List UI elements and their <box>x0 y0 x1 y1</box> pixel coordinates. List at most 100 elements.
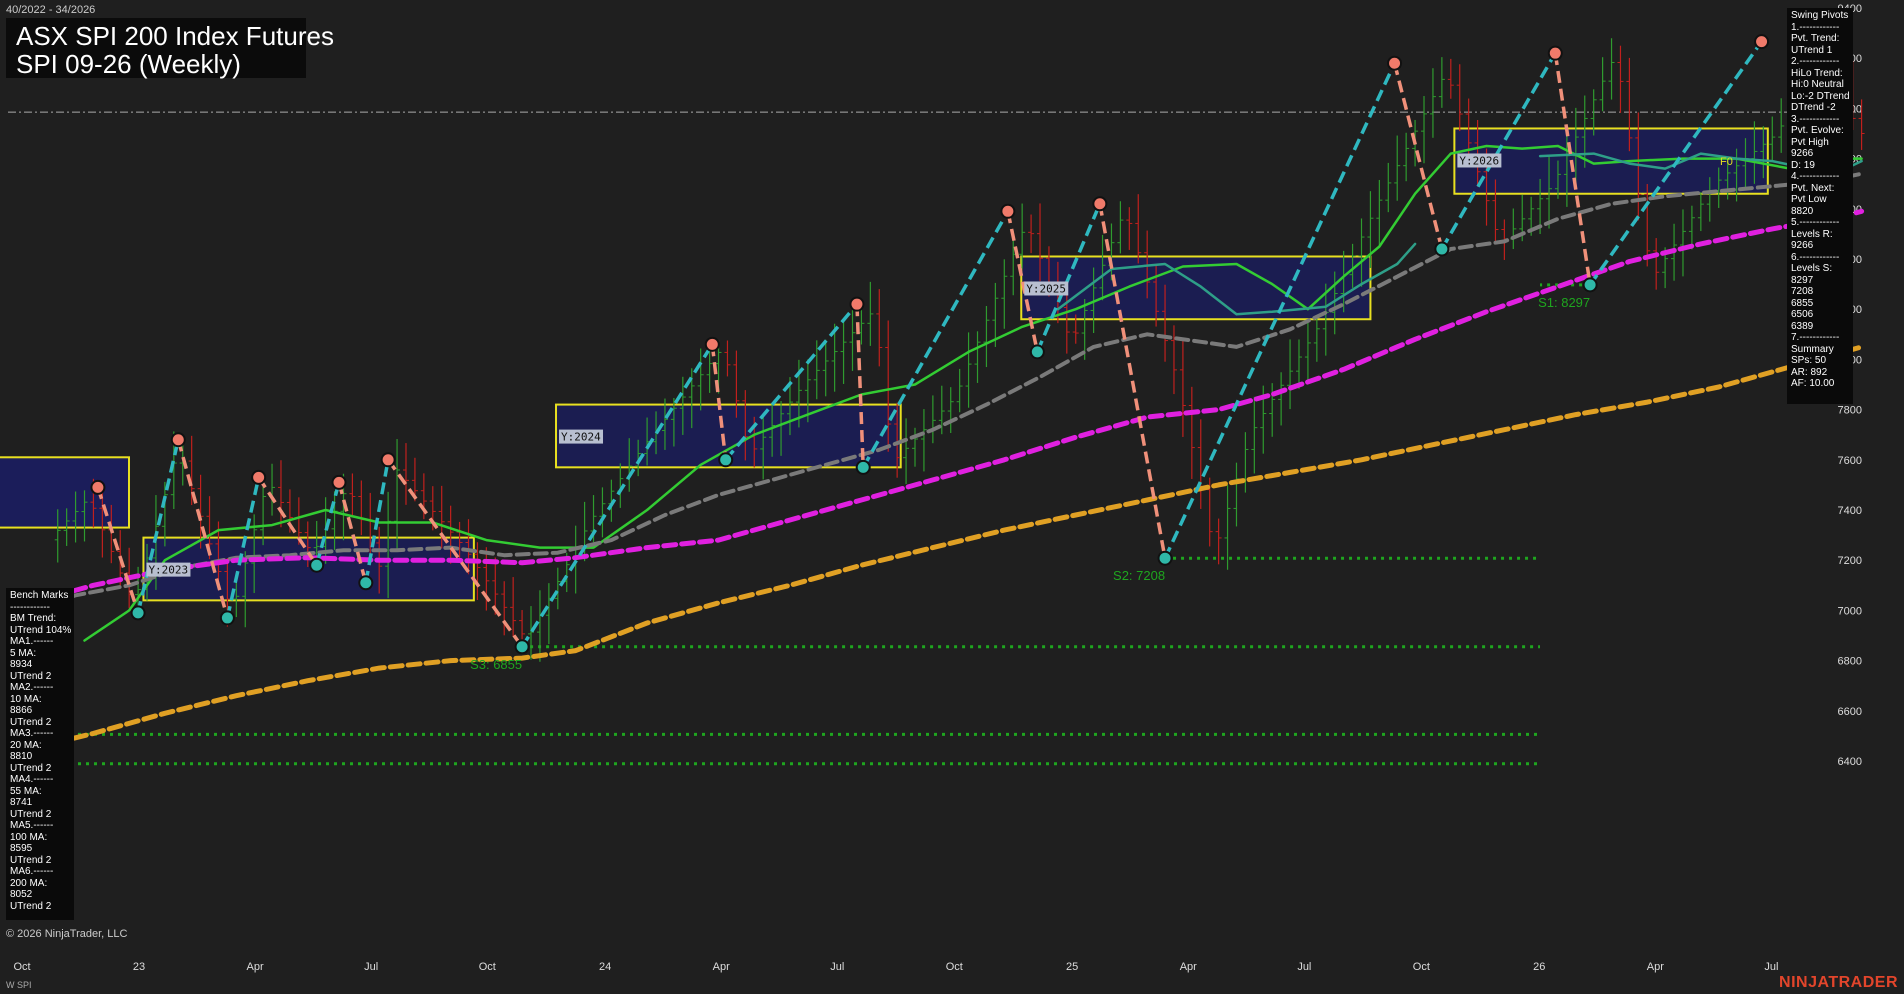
pivot-low-marker <box>1434 241 1450 257</box>
price-chart[interactable]: 6400660068007000720074007600780080008200… <box>0 0 1904 994</box>
bench-panel-line: 8810 <box>10 751 33 762</box>
bench-panel-line: UTrend 2 <box>10 808 52 820</box>
x-tick-label: 24 <box>599 961 611 973</box>
y-tick-label: 6400 <box>1838 756 1862 768</box>
swing-panel-line: Pvt. Trend: <box>1791 33 1840 44</box>
bench-panel-line: 10 MA: <box>10 693 42 705</box>
benchmark-box <box>0 456 130 529</box>
bench-panel-line: ------------ <box>10 601 50 613</box>
swing-panel-line: 3.------------ <box>1791 113 1840 125</box>
x-tick-label: 26 <box>1533 961 1545 973</box>
swing-panel-line: 7.------------ <box>1791 332 1840 343</box>
pivot-high-marker <box>380 452 396 468</box>
yearly-range-box <box>142 536 475 602</box>
pivot-high-marker <box>849 296 865 312</box>
swing-panel-line: Hi:0 Neutral <box>1791 79 1844 90</box>
pivot-low-marker <box>855 459 871 475</box>
y-tick-label: 7200 <box>1838 555 1862 567</box>
bench-panel-line: BM Trend: <box>10 613 57 624</box>
swing-panel-line: 4.------------ <box>1791 171 1840 182</box>
bench-panel-line: MA1.------ <box>10 636 54 647</box>
bench-panel-line: UTrend 2 <box>10 716 52 728</box>
pivot-high-marker <box>1387 55 1403 71</box>
x-tick-label: Apr <box>713 961 730 973</box>
swing-panel-line: AF: 10.00 <box>1791 378 1835 389</box>
date-range: 40/2022 - 34/2026 <box>6 4 96 16</box>
pivot-high-marker <box>331 474 347 490</box>
bench-panel-line: UTrend 2 <box>10 762 52 774</box>
x-tick-label: Oct <box>946 961 963 973</box>
bench-panel-line: MA4.------ <box>10 774 54 785</box>
swing-panel-line: 1.------------ <box>1791 21 1840 33</box>
yearly-box-label: Y:2025 <box>1026 282 1066 295</box>
chart-title: ASX SPI 200 Index Futures <box>16 21 334 51</box>
pivot-low-marker <box>130 605 146 621</box>
swing-panel-line: 8820 <box>1791 205 1814 217</box>
bench-panel-line: 55 MA: <box>10 785 42 797</box>
fo-label: F0 <box>1720 156 1733 168</box>
bench-panel-line: 8595 <box>10 843 33 854</box>
bench-panel-line: 8934 <box>10 659 33 670</box>
x-tick-label: Jul <box>830 961 844 973</box>
swing-panel-line: 2.------------ <box>1791 56 1840 67</box>
swing-panel-line: D: 19 <box>1791 159 1815 171</box>
x-tick-label: Jul <box>1297 961 1311 973</box>
bench-marks-panel: Bench Marks ------------ BM Trend: UTrend 1… <box>6 588 74 920</box>
y-tick-label: 7000 <box>1838 605 1862 617</box>
bench-panel-line: 20 MA: <box>10 739 42 751</box>
swing-panel-line: Pvt Low <box>1791 194 1827 205</box>
bench-panel-line: MA5.------ <box>10 820 54 831</box>
pivot-high-marker <box>704 336 720 352</box>
x-tick-label: Apr <box>1180 961 1197 973</box>
x-tick-label: Oct <box>13 961 30 973</box>
pivot-high-marker <box>1547 45 1563 61</box>
bench-panel-line: MA3.------ <box>10 728 54 739</box>
pivot-low-marker <box>1157 550 1173 566</box>
swing-panel-line: 5.------------ <box>1791 217 1840 228</box>
y-tick-label: 7600 <box>1838 455 1862 467</box>
bench-panel-line: 200 MA: <box>10 877 48 889</box>
swing-panel-line: Lo:-2 DTrend <box>1791 90 1850 102</box>
instrument-label: W SPI <box>6 980 32 990</box>
y-tick-label: 7800 <box>1838 405 1862 417</box>
bench-panel-line: UTrend 104% <box>10 624 72 636</box>
swing-panel-line: Levels R: <box>1791 228 1833 240</box>
bench-panel-line: 8052 <box>10 889 33 900</box>
pivot-low-marker <box>1029 344 1045 360</box>
bench-panel-line: UTrend 2 <box>10 900 52 912</box>
swing-panel-line: Levels S: <box>1791 263 1833 274</box>
swing-panel-line: SPs: 50 <box>1791 355 1827 366</box>
swing-panel-line: 6389 <box>1791 320 1814 332</box>
pivot-high-marker <box>1754 34 1770 50</box>
pivot-high-marker <box>90 479 106 495</box>
bench-panel-line: UTrend 2 <box>10 854 52 866</box>
yearly-box-label: Y:2023 <box>148 564 188 577</box>
yearly-box-label: Y:2026 <box>1459 154 1499 167</box>
y-tick-label: 6600 <box>1838 706 1862 718</box>
x-tick-label: Apr <box>247 961 264 973</box>
x-tick-label: Jul <box>1764 961 1778 973</box>
pivot-low-marker <box>309 557 325 573</box>
support-level-label: S1: 8297 <box>1538 295 1590 310</box>
support-level-label: S3: 6855 <box>470 657 522 672</box>
pivot-low-marker <box>1582 277 1598 293</box>
x-tick-label: Oct <box>479 961 496 973</box>
pivot-low-marker <box>514 639 530 655</box>
pivot-low-marker <box>358 575 374 591</box>
x-tick-label: Apr <box>1647 961 1664 973</box>
yearly-box-label: Y:2024 <box>561 431 601 444</box>
bench-panel-line: 8866 <box>10 705 33 716</box>
bench-panel-line: UTrend 2 <box>10 670 52 682</box>
y-tick-label: 6800 <box>1838 656 1862 668</box>
x-tick-label: Oct <box>1413 961 1430 973</box>
pivot-low-marker <box>718 452 734 468</box>
copyright: © 2026 NinjaTrader, LLC <box>6 928 128 940</box>
bench-panel-line: Bench Marks <box>10 590 69 601</box>
bench-panel-line: 5 MA: <box>10 647 37 659</box>
swing-panel-line: 9266 <box>1791 148 1814 159</box>
swing-panel-line: Pvt High <box>1791 136 1829 148</box>
bench-panel-line: 100 MA: <box>10 831 48 843</box>
swing-panel-line: Swing Pivots <box>1791 10 1849 21</box>
swing-panel-line: AR: 892 <box>1791 366 1828 378</box>
swing-panel-line: UTrend 1 <box>1791 44 1833 56</box>
